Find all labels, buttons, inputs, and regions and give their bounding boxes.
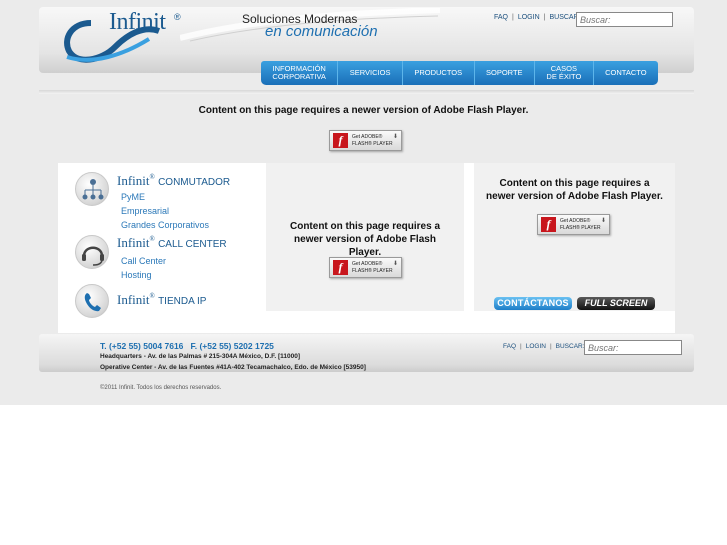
link-separator: | — [520, 343, 522, 350]
link-separator: | — [512, 14, 514, 21]
download-arrow-icon: ⬇ — [392, 134, 398, 140]
service-title-call-center[interactable]: Infinit® CALL CENTER — [117, 235, 227, 251]
header-search-input[interactable] — [576, 12, 673, 27]
link-hosting[interactable]: Hosting — [121, 270, 152, 280]
get-flash-player-button[interactable]: f Get ADOBE® FLASH® PLAYER ⬇ — [537, 214, 610, 235]
footer-phone: T. (+52 55) 5004 7616 F. (+52 55) 5202 1… — [100, 341, 274, 351]
footer-links: FAQ | LOGIN | BUSCAR: — [503, 343, 585, 350]
service-reg: ® — [149, 173, 155, 181]
flash-required-message: Content on this page requires a newer ve… — [289, 221, 441, 258]
flash-button-line-1: Get ADOBE® — [560, 218, 591, 224]
link-call-center[interactable]: Call Center — [121, 256, 166, 266]
service-name: CONMUTADOR — [158, 177, 231, 188]
service-name: TIENDA IP — [158, 296, 207, 307]
link-separator: | — [543, 14, 546, 21]
service-brand: Infinit — [117, 235, 150, 250]
flash-required-message: Content on this page requires a newer ve… — [486, 178, 663, 202]
main-nav: INFORMACIÓN CORPORATIVA SERVICIOS PRODUC… — [261, 61, 658, 85]
nav-item-contacto[interactable]: CONTACTO — [594, 61, 658, 85]
middle-flash-panel: Content on this page requires a newer ve… — [266, 163, 464, 311]
footer-search-label: BUSCAR: — [555, 343, 585, 350]
footer-faq-link[interactable]: FAQ — [503, 343, 516, 350]
get-flash-player-button[interactable]: f Get ADOBE® FLASH® PLAYER ⬇ — [329, 257, 402, 278]
nav-item-informacion-corporativa[interactable]: INFORMACIÓN CORPORATIVA — [261, 61, 339, 85]
flash-button-line-2: FLASH® PLAYER — [560, 225, 601, 231]
service-reg: ® — [149, 235, 155, 243]
link-grandes-corporativos[interactable]: Grandes Corporativos — [121, 220, 209, 230]
nav-item-casos-de-exito[interactable]: CASOS DE ÉXITO — [535, 61, 594, 85]
download-arrow-icon: ⬇ — [600, 218, 606, 224]
service-title-tienda-ip[interactable]: Infinit® TIENDA IP — [117, 292, 206, 308]
login-link[interactable]: LOGIN — [518, 14, 540, 21]
phone-icon — [75, 284, 109, 318]
nav-item-servicios[interactable]: SERVICIOS — [338, 61, 403, 85]
flash-icon: f — [541, 217, 556, 232]
link-separator: | — [549, 343, 552, 350]
services-panel: Infinit® CONMUTADOR PyME Empresarial Gra… — [58, 163, 256, 318]
service-brand: Infinit — [117, 292, 150, 307]
tagline-line-2: en comunicación — [265, 23, 378, 40]
right-flash-panel: Content on this page requires a newer ve… — [474, 163, 675, 311]
link-empresarial[interactable]: Empresarial — [121, 206, 169, 216]
faq-link[interactable]: FAQ — [494, 14, 508, 21]
copyright-text: ©2011 Infinit. Todos los derechos reserv… — [100, 385, 222, 391]
flash-button-line-2: FLASH® PLAYER — [352, 141, 393, 147]
service-name: CALL CENTER — [158, 239, 227, 250]
get-flash-player-button[interactable]: f Get ADOBE® FLASH® PLAYER ⬇ — [329, 130, 402, 151]
footer-operative-address: Operative Center - Av. de las Fuentes #4… — [100, 364, 366, 371]
service-title-conmutador[interactable]: Infinit® CONMUTADOR — [117, 173, 230, 189]
nav-item-productos[interactable]: PRODUCTOS — [403, 61, 475, 85]
service-reg: ® — [149, 292, 155, 300]
flash-button-line-2: FLASH® PLAYER — [352, 268, 393, 274]
footer-search-input[interactable] — [584, 340, 682, 355]
contact-button[interactable]: CONTÁCTANOS — [494, 297, 572, 310]
header-links: FAQ | LOGIN | BUSCAR: — [494, 14, 581, 21]
link-pyme[interactable]: PyME — [121, 192, 145, 202]
flash-required-message: Content on this page requires a newer ve… — [198, 105, 529, 116]
nav-item-soporte[interactable]: SOPORTE — [475, 61, 535, 85]
flash-icon: f — [333, 260, 348, 275]
headset-icon — [75, 235, 109, 269]
logo-wordmark[interactable]: Infinit — [109, 9, 166, 36]
flash-icon: f — [333, 133, 348, 148]
footer-login-link[interactable]: LOGIN — [526, 343, 546, 350]
logo-registered-mark: ® — [174, 12, 181, 22]
download-arrow-icon: ⬇ — [392, 261, 398, 267]
flash-button-line-1: Get ADOBE® — [352, 261, 383, 267]
flash-button-line-1: Get ADOBE® — [352, 134, 383, 140]
footer-headquarters-address: Headquarters - Av. de las Palmas # 215-3… — [100, 353, 301, 360]
header-divider — [39, 90, 694, 94]
network-icon — [75, 172, 109, 206]
full-screen-button[interactable]: FULL SCREEN — [577, 297, 655, 310]
service-brand: Infinit — [117, 173, 150, 188]
